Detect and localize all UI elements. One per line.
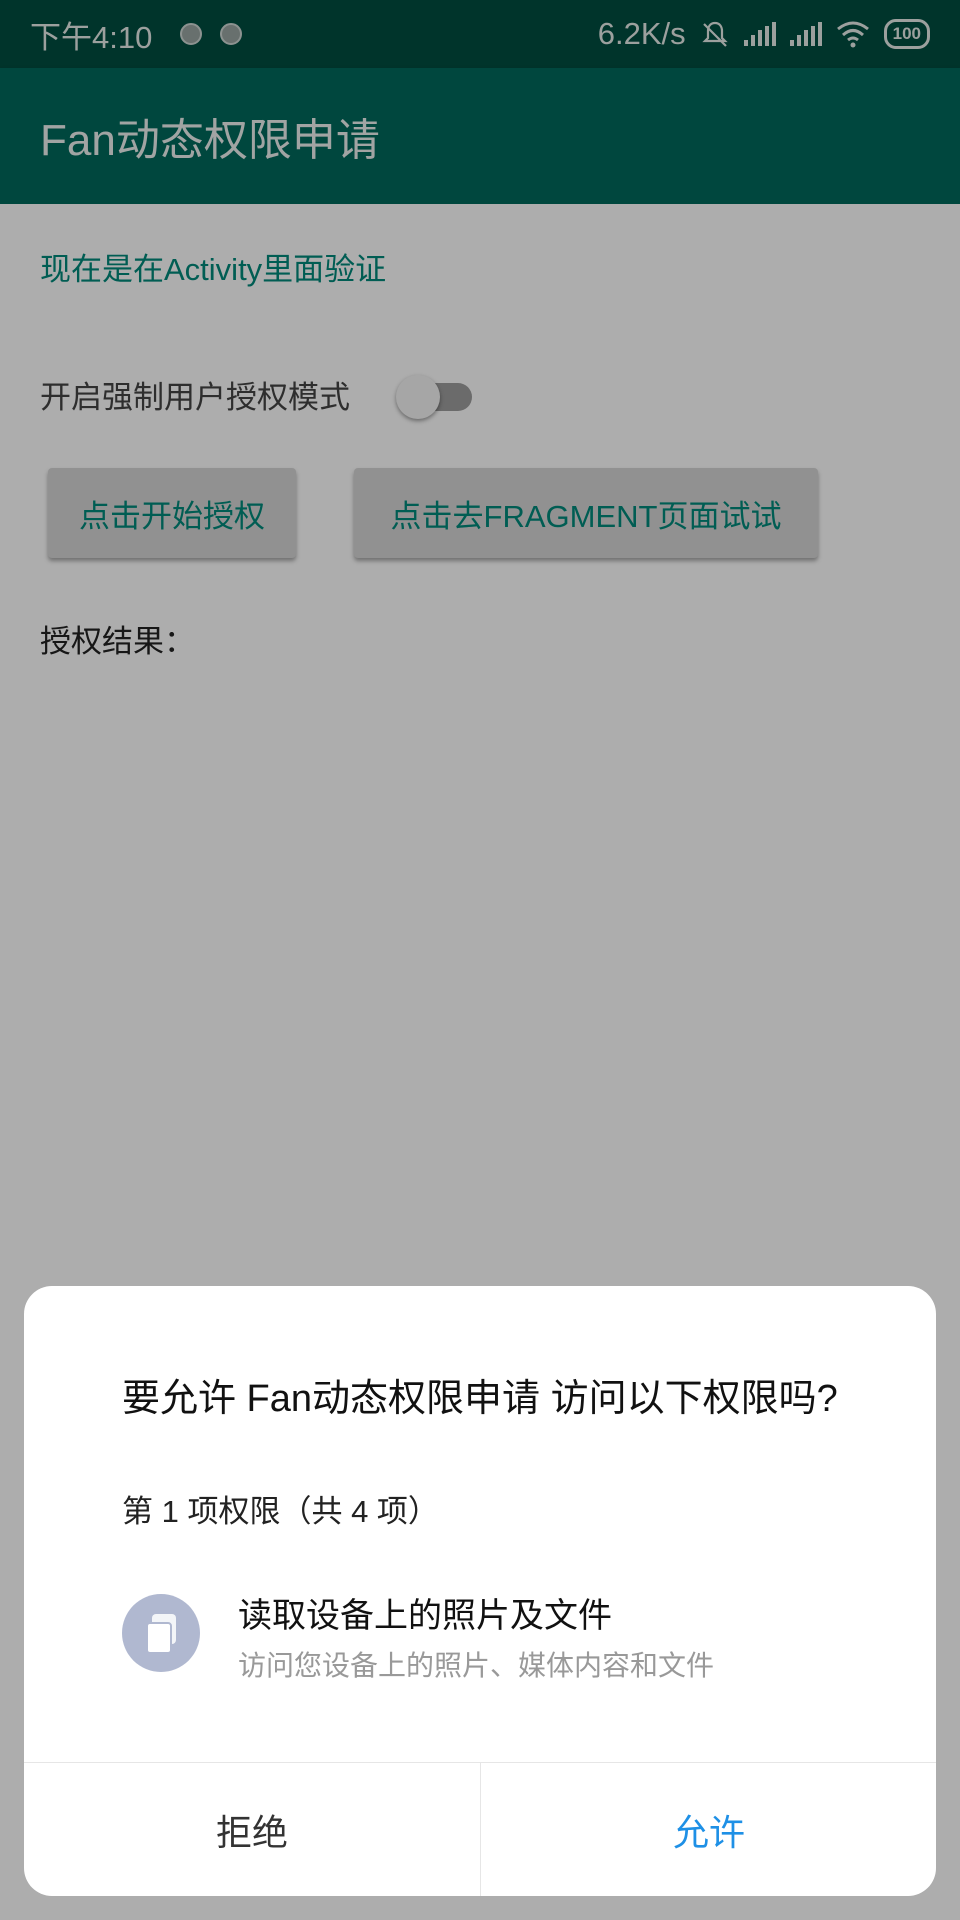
permission-description: 访问您设备上的照片、媒体内容和文件 <box>238 1650 715 1681</box>
dialog-title: 要允许 Fan动态权限申请 访问以下权限吗? <box>122 1378 838 1420</box>
documents-icon <box>122 1594 200 1672</box>
permission-title: 读取设备上的照片及文件 <box>238 1597 612 1635</box>
deny-button[interactable]: 拒绝 <box>24 1763 480 1896</box>
permission-dialog: 要允许 Fan动态权限申请 访问以下权限吗? 第 1 项权限（共 4 项） 读取… <box>24 1286 936 1896</box>
dialog-step-count: 第 1 项权限（共 4 项） <box>122 1494 439 1529</box>
allow-button[interactable]: 允许 <box>481 1763 936 1896</box>
